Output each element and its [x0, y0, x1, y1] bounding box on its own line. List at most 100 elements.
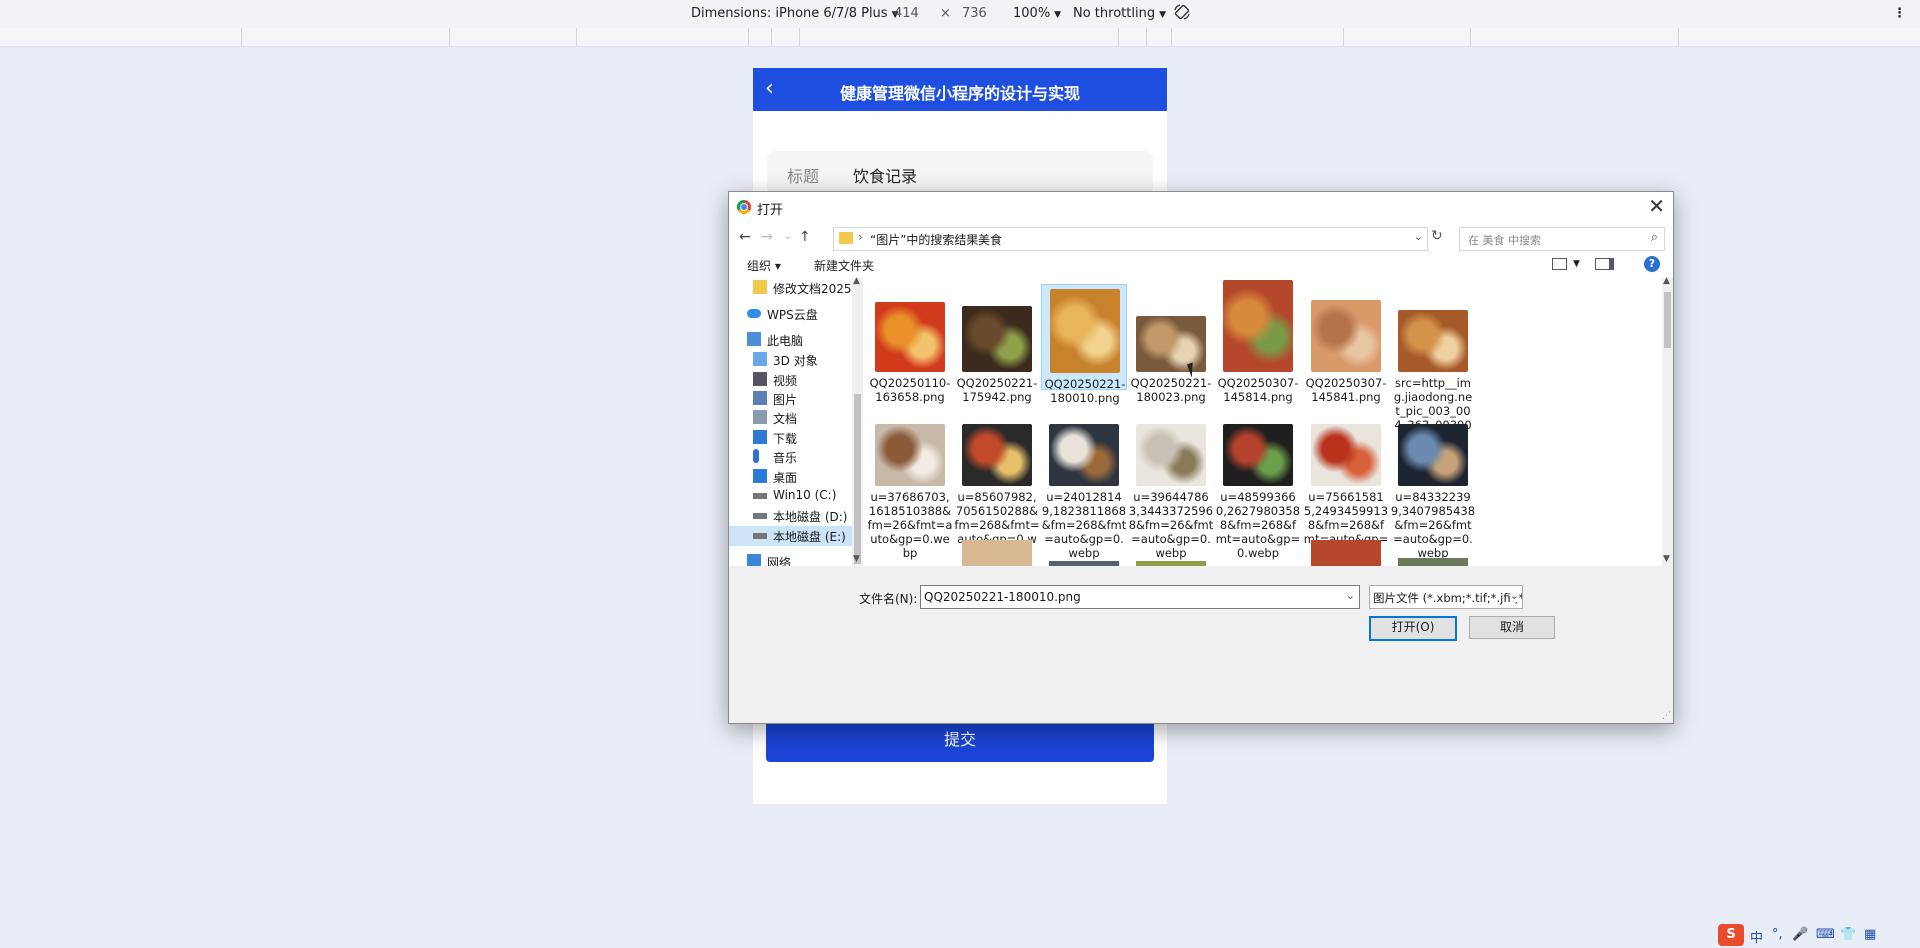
nav-item[interactable]: 修改文档2025 — [753, 278, 852, 298]
file-tile[interactable]: u=240128149,1823811868&fm=268&fmt=auto&g… — [1041, 422, 1127, 560]
keyboard-icon[interactable]: ⌨ — [1816, 927, 1835, 942]
nav-item[interactable]: 本地磁盘 (D:) — [753, 506, 852, 526]
cube-icon — [753, 352, 767, 366]
organize-menu[interactable]: 组织 ▾ — [747, 257, 781, 274]
file-tile[interactable]: QQ20250307-145814.png — [1215, 280, 1301, 404]
filename-label: 文件名(N): — [859, 592, 918, 606]
zoom-label: 100% — [1013, 6, 1051, 21]
nav-item-label: 下载 — [773, 432, 798, 446]
devtools-toolbar: Dimensions: iPhone 6/7/8 Plus ▼ 414 × 736… — [0, 0, 1920, 29]
nav-item[interactable]: 图片 — [753, 389, 852, 409]
throttle-label: No throttling — [1073, 6, 1156, 21]
nav-item[interactable]: 下载 — [753, 428, 852, 448]
more-options-icon[interactable]: ⋮ — [1893, 6, 1906, 21]
file-tile[interactable]: QQ20250221-175942.png — [954, 284, 1040, 404]
file-tile[interactable]: QQ20250307-145841.png — [1303, 284, 1389, 404]
ime-language[interactable]: 中 — [1750, 927, 1763, 946]
scrollbar-thumb[interactable] — [1664, 292, 1671, 348]
file-thumbnail[interactable] — [1311, 540, 1381, 566]
chevron-down-icon: ▼ — [1054, 10, 1062, 20]
skin-icon[interactable]: 👕 — [1840, 927, 1856, 942]
search-placeholder: 在 美食 中搜索 — [1468, 234, 1541, 247]
nav-item-label: 本地磁盘 (D:) — [773, 510, 848, 524]
back-icon[interactable]: ← — [739, 229, 751, 245]
close-icon[interactable]: ✕ — [1648, 194, 1665, 218]
resize-grip-icon[interactable]: ⋰ — [1662, 711, 1671, 721]
nav-item-label: 网络 — [767, 556, 792, 566]
drive-icon — [753, 493, 767, 499]
file-tile[interactable]: QQ20250221-180010.png — [1041, 284, 1127, 405]
submit-button[interactable]: 提交 — [766, 718, 1154, 762]
cloud-icon — [747, 309, 761, 318]
scroll-up-icon[interactable]: ▲ — [853, 276, 860, 286]
toolbox-icon[interactable]: ▦ — [1864, 927, 1876, 942]
nav-item[interactable]: Win10 (C:) — [753, 486, 852, 506]
open-button[interactable]: 打开(O) — [1369, 616, 1457, 641]
nav-item[interactable]: 文档 — [753, 408, 852, 428]
search-input[interactable]: 在 美食 中搜索 ⌕ — [1459, 227, 1665, 251]
chevron-down-icon: ▼ — [1159, 10, 1166, 20]
file-thumbnail[interactable] — [1398, 558, 1468, 566]
device-select[interactable]: Dimensions: iPhone 6/7/8 Plus ▼ — [691, 6, 899, 21]
rotate-icon[interactable] — [1173, 3, 1191, 25]
nav-item[interactable]: 本地磁盘 (E:) — [729, 526, 852, 546]
zoom-select[interactable]: 100% ▼ — [1013, 6, 1061, 21]
microphone-icon[interactable]: 🎤 — [1792, 927, 1808, 942]
ime-punctuation[interactable]: °, — [1772, 927, 1783, 942]
dialog-titlebar[interactable]: 打开 ✕ — [729, 192, 1673, 222]
file-name: u=37686703,1618510388&fm=26&fmt=auto&gp=… — [867, 490, 953, 560]
filename-input[interactable]: QQ20250221-180010.png ⌄ — [920, 585, 1360, 609]
filetype-select[interactable]: 图片文件 (*.xbm;*.tif;*.jfif;*.pjp ⌄ — [1369, 585, 1523, 609]
throttle-select[interactable]: No throttling ▼ — [1073, 6, 1166, 21]
file-thumbnail — [875, 424, 945, 486]
cancel-button[interactable]: 取消 — [1469, 616, 1555, 639]
nav-item[interactable]: 视频 — [753, 370, 852, 390]
file-tile[interactable]: QQ20250110-163658.png — [867, 284, 953, 404]
up-icon[interactable]: ↑ — [799, 229, 811, 245]
nav-item[interactable]: 音乐 — [753, 447, 852, 467]
file-name: QQ20250307-145814.png — [1217, 376, 1299, 404]
nav-item[interactable]: 此电脑 — [747, 330, 852, 350]
title-field[interactable]: 标题 饮食记录 — [767, 151, 1153, 195]
navigation-scrollbar[interactable]: ▲ ▼ — [852, 276, 863, 566]
file-tile[interactable]: u=85607982,7056150288&fm=268&fmt=auto&gp… — [954, 422, 1040, 560]
chevron-down-icon[interactable]: ▼ — [1573, 259, 1580, 269]
file-thumbnail — [1049, 424, 1119, 486]
new-folder-button[interactable]: 新建文件夹 — [814, 257, 874, 274]
file-tile[interactable]: u=485993660,26279803588&fm=268&fmt=auto&… — [1215, 422, 1301, 560]
navigation-row: ← → ⌄ ↑ › “图片”中的搜索结果 › 美食 ⌄ ↻ 在 美食 中搜索 ⌕ — [729, 223, 1673, 253]
file-tile[interactable]: u=37686703,1618510388&fm=26&fmt=auto&gp=… — [867, 422, 953, 560]
help-icon[interactable]: ? — [1644, 256, 1660, 272]
breadcrumb-search-results[interactable]: “图片”中的搜索结果 — [870, 231, 978, 248]
forward-icon[interactable]: → — [761, 229, 773, 245]
file-grid-scrollbar[interactable]: ▲ ▼ — [1662, 276, 1673, 566]
nav-item-label: Win10 (C:) — [773, 488, 837, 502]
file-tile[interactable]: u=756615815,24934599138&fm=268&fmt=auto&… — [1303, 422, 1389, 560]
sogou-logo-icon[interactable]: S — [1718, 924, 1744, 946]
file-tile[interactable]: u=396447863,34433725968&fm=26&fmt=auto&g… — [1128, 422, 1214, 560]
nav-item[interactable]: 3D 对象 — [753, 350, 852, 370]
nav-item[interactable]: 桌面 — [753, 467, 852, 487]
chevron-down-icon[interactable]: ⌄ — [1414, 230, 1423, 243]
recent-locations-icon[interactable]: ⌄ — [783, 229, 792, 242]
scrollbar-thumb[interactable] — [854, 394, 861, 564]
title-field-value[interactable]: 饮食记录 — [853, 163, 917, 187]
address-bar[interactable]: › “图片”中的搜索结果 › 美食 ⌄ — [833, 227, 1428, 251]
refresh-icon[interactable]: ↻ — [1431, 228, 1443, 244]
breadcrumb-food[interactable]: 美食 — [978, 231, 1002, 248]
chevron-down-icon[interactable]: ⌄ — [1346, 589, 1355, 602]
nav-item-label: 文档 — [773, 412, 798, 426]
height-input[interactable]: 736 — [962, 6, 987, 21]
scroll-up-icon[interactable]: ▲ — [1663, 276, 1670, 286]
view-options-icon[interactable] — [1552, 258, 1567, 270]
scroll-down-icon[interactable]: ▼ — [853, 554, 860, 564]
nav-item[interactable]: WPS云盘 — [747, 304, 852, 324]
scroll-down-icon[interactable]: ▼ — [1663, 554, 1670, 564]
width-input[interactable]: 414 — [894, 6, 919, 21]
file-thumbnail — [1136, 424, 1206, 486]
file-thumbnail[interactable] — [962, 540, 1032, 566]
preview-pane-icon[interactable] — [1595, 258, 1614, 270]
nav-item[interactable]: 网络 — [747, 552, 852, 566]
file-tile[interactable]: src=http__img.jiaodong.net_pic_003_004_3… — [1390, 284, 1476, 446]
file-tile[interactable]: u=843322399,3407985438&fm=26&fmt=auto&gp… — [1390, 422, 1476, 560]
